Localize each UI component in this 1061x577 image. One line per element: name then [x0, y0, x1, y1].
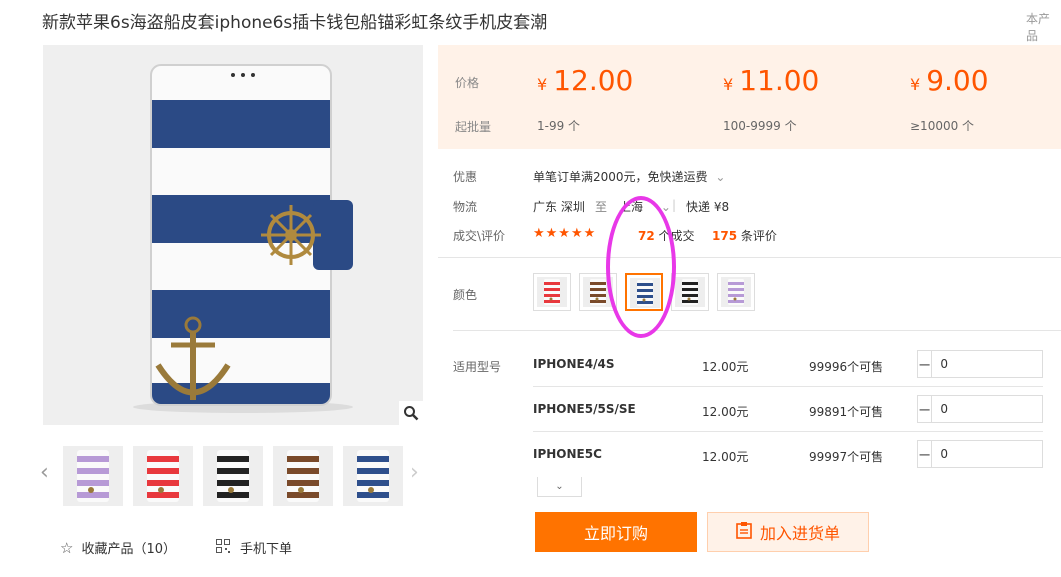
color-label: 颜色: [453, 288, 478, 302]
reviews-number: 175: [712, 229, 738, 243]
mobile-order-button[interactable]: 手机下单: [216, 538, 292, 557]
quantity-stepper[interactable]: −+: [917, 440, 1061, 468]
tier-price-value: 11.00: [739, 64, 820, 97]
thumbnail-red-stripes[interactable]: [133, 446, 193, 506]
model-price: 12.00元: [702, 450, 749, 464]
row-divider: [533, 386, 1043, 387]
model-stock: 99997个可售: [809, 450, 884, 464]
add-to-cart-label: 加入进货单: [759, 524, 840, 543]
promo-text: 单笔订单满2000元，免快递运费: [533, 170, 708, 184]
reviews-count[interactable]: 175 条评价: [712, 227, 777, 244]
model-price: 12.00元: [702, 360, 749, 374]
divider: |: [672, 198, 677, 212]
star-outline-icon: ☆: [60, 538, 74, 557]
minus-button[interactable]: −: [918, 351, 933, 377]
rating-stars: ★★★★★: [533, 226, 597, 241]
model-name: IPHONE4/4S: [533, 357, 615, 371]
currency-symbol: ¥: [537, 75, 548, 94]
divider: [438, 257, 1061, 258]
tier-range: ≥10000 个: [910, 119, 975, 133]
model-name: IPHONE5C: [533, 447, 602, 461]
quantity-stepper[interactable]: −+: [917, 350, 1061, 378]
tier-price: ¥9.00: [910, 64, 989, 97]
deals-count[interactable]: 72 个成交: [638, 227, 695, 244]
product-title: 新款苹果6s海盗船皮套iphone6s插卡钱包船锚彩虹条纹手机皮套潮: [42, 13, 548, 33]
minus-button[interactable]: −: [918, 441, 933, 467]
moq-label: 起批量: [455, 120, 492, 134]
thumbnail-navy-stripes[interactable]: [343, 446, 403, 506]
thumbnail-next-icon[interactable]: ›: [410, 460, 419, 485]
qr-code-icon: [216, 538, 230, 557]
currency-symbol: ¥: [723, 75, 734, 94]
minus-button[interactable]: −: [918, 396, 933, 422]
chevron-down-icon: ⌄: [715, 170, 726, 184]
color-swatch-navy[interactable]: [625, 273, 663, 311]
thumbnail-prev-icon[interactable]: ‹: [40, 460, 49, 485]
quantity-input[interactable]: [932, 396, 1061, 422]
color-swatch-purple[interactable]: [717, 273, 755, 311]
model-stock: 99891个可售: [809, 405, 884, 419]
tier-range: 100-9999 个: [723, 119, 797, 133]
clipboard-icon: [736, 521, 752, 543]
color-swatch-brown[interactable]: [579, 273, 617, 311]
origin-city: 广东 深圳: [533, 200, 585, 214]
quantity-input[interactable]: [932, 351, 1061, 377]
color-swatch-black[interactable]: [671, 273, 709, 311]
quantity-input[interactable]: [932, 441, 1061, 467]
destination-select[interactable]: 上海 ⌄: [619, 198, 671, 215]
main-product-image[interactable]: [43, 45, 423, 425]
promo-label: 优惠: [453, 170, 478, 184]
favorite-label: 收藏产品（10）: [81, 542, 176, 557]
product-tab[interactable]: 本产品: [1026, 10, 1061, 44]
zoom-icon[interactable]: [399, 401, 423, 425]
price-label: 价格: [455, 76, 480, 90]
annotation-circle: [606, 196, 676, 338]
deals-suffix: 个成交: [658, 229, 695, 243]
thumbnail-black-stripes[interactable]: [203, 446, 263, 506]
destination-text: 上海: [619, 200, 644, 214]
thumbnail-brown-stripes[interactable]: [273, 446, 333, 506]
reviews-suffix: 条评价: [740, 229, 777, 243]
favorite-product-button[interactable]: ☆ 收藏产品（10）: [60, 538, 176, 558]
deals-number: 72: [638, 229, 655, 243]
tier-price: ¥11.00: [723, 64, 819, 97]
buy-now-button[interactable]: 立即订购: [535, 512, 697, 552]
tier-price-value: 9.00: [926, 64, 989, 97]
mobile-order-label: 手机下单: [240, 542, 293, 557]
to-label: 至: [595, 200, 608, 214]
tier-price: ¥12.00: [537, 64, 633, 97]
model-label: 适用型号: [453, 360, 502, 374]
chevron-down-icon: ⌄: [660, 200, 671, 214]
thumbnail-purple-stripes[interactable]: [63, 446, 123, 506]
logistics-label: 物流: [453, 200, 478, 214]
model-name: IPHONE5/5S/SE: [533, 402, 636, 416]
show-more-button[interactable]: ⌄: [537, 477, 582, 497]
phone-case-illustration: [43, 45, 423, 425]
tier-range: 1-99 个: [537, 119, 581, 133]
quantity-stepper[interactable]: −+: [917, 395, 1061, 423]
promo-dropdown[interactable]: 单笔订单满2000元，免快递运费 ⌄: [533, 168, 725, 185]
model-price: 12.00元: [702, 405, 749, 419]
tier-price-value: 12.00: [553, 64, 634, 97]
chevron-down-icon: ⌄: [555, 481, 564, 492]
shipping-fee: 快递 ¥8: [686, 200, 730, 214]
currency-symbol: ¥: [910, 75, 921, 94]
model-stock: 99996个可售: [809, 360, 884, 374]
add-to-cart-button[interactable]: 加入进货单: [707, 512, 869, 552]
row-divider: [533, 431, 1043, 432]
color-swatch-red[interactable]: [533, 273, 571, 311]
deals-label: 成交\评价: [453, 229, 506, 243]
divider: [453, 330, 1061, 331]
